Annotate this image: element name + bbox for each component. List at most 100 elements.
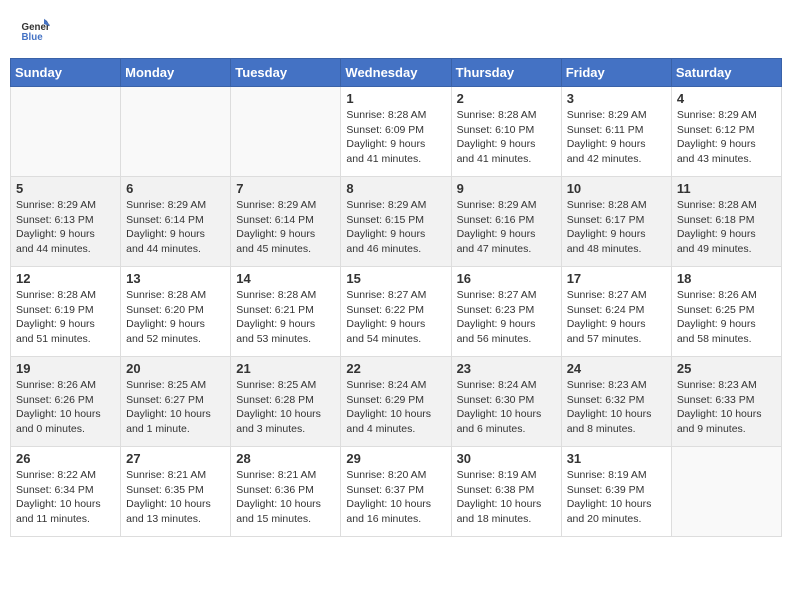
calendar-day-cell: 28 Sunrise: 8:21 AM Sunset: 6:36 PM Dayli… <box>231 447 341 537</box>
calendar-day-cell: 8 Sunrise: 8:29 AM Sunset: 6:15 PM Daylig… <box>341 177 451 267</box>
calendar-day-cell: 12 Sunrise: 8:28 AM Sunset: 6:19 PM Dayli… <box>11 267 121 357</box>
day-info: Sunrise: 8:25 AM Sunset: 6:28 PM Dayligh… <box>236 378 335 437</box>
calendar-week-row: 5 Sunrise: 8:29 AM Sunset: 6:13 PM Daylig… <box>11 177 782 267</box>
calendar-day-cell: 18 Sunrise: 8:26 AM Sunset: 6:25 PM Dayli… <box>671 267 781 357</box>
calendar-day-cell: 27 Sunrise: 8:21 AM Sunset: 6:35 PM Dayli… <box>121 447 231 537</box>
calendar-day-cell: 30 Sunrise: 8:19 AM Sunset: 6:38 PM Dayli… <box>451 447 561 537</box>
day-number: 12 <box>16 271 115 286</box>
logo: General Blue <box>20 15 54 45</box>
weekday-header-wednesday: Wednesday <box>341 59 451 87</box>
calendar-day-cell: 14Sunrise: 8:28 AM Sunset: 6:21 PM Dayli… <box>231 267 341 357</box>
day-info: Sunrise: 8:28 AM Sunset: 6:09 PM Dayligh… <box>346 108 445 167</box>
day-number: 23 <box>457 361 556 376</box>
day-info: Sunrise: 8:27 AM Sunset: 6:22 PM Dayligh… <box>346 288 445 347</box>
day-number: 8 <box>346 181 445 196</box>
day-number: 29 <box>346 451 445 466</box>
day-info: Sunrise: 8:19 AM Sunset: 6:38 PM Dayligh… <box>457 468 556 527</box>
day-number: 13 <box>126 271 225 286</box>
calendar-day-cell: 9 Sunrise: 8:29 AM Sunset: 6:16 PM Daylig… <box>451 177 561 267</box>
day-info: Sunrise: 8:19 AM Sunset: 6:39 PM Dayligh… <box>567 468 666 527</box>
calendar-day-cell <box>11 87 121 177</box>
calendar-day-cell: 29 Sunrise: 8:20 AM Sunset: 6:37 PM Dayli… <box>341 447 451 537</box>
day-info: Sunrise: 8:21 AM Sunset: 6:35 PM Dayligh… <box>126 468 225 527</box>
calendar-day-cell: 11 Sunrise: 8:28 AM Sunset: 6:18 PM Dayli… <box>671 177 781 267</box>
calendar-day-cell: 2 Sunrise: 8:28 AM Sunset: 6:10 PM Daylig… <box>451 87 561 177</box>
day-number: 6 <box>126 181 225 196</box>
day-info: Sunrise: 8:23 AM Sunset: 6:32 PM Dayligh… <box>567 378 666 437</box>
calendar-day-cell: 3 Sunrise: 8:29 AM Sunset: 6:11 PM Daylig… <box>561 87 671 177</box>
day-info: Sunrise: 8:29 AM Sunset: 6:13 PM Dayligh… <box>16 198 115 257</box>
calendar-week-row: 19 Sunrise: 8:26 AM Sunset: 6:26 PM Dayli… <box>11 357 782 447</box>
day-info: Sunrise: 8:21 AM Sunset: 6:36 PM Dayligh… <box>236 468 335 527</box>
calendar-week-row: 1 Sunrise: 8:28 AM Sunset: 6:09 PM Daylig… <box>11 87 782 177</box>
calendar-day-cell: 21 Sunrise: 8:25 AM Sunset: 6:28 PM Dayli… <box>231 357 341 447</box>
day-info: Sunrise: 8:26 AM Sunset: 6:25 PM Dayligh… <box>677 288 776 347</box>
day-number: 3 <box>567 91 666 106</box>
day-number: 27 <box>126 451 225 466</box>
weekday-header-row: SundayMondayTuesdayWednesdayThursdayFrid… <box>11 59 782 87</box>
day-number: 26 <box>16 451 115 466</box>
calendar-day-cell: 20 Sunrise: 8:25 AM Sunset: 6:27 PM Dayli… <box>121 357 231 447</box>
day-info: Sunrise: 8:27 AM Sunset: 6:23 PM Dayligh… <box>457 288 556 347</box>
day-number: 5 <box>16 181 115 196</box>
day-info: Sunrise: 8:29 AM Sunset: 6:15 PM Dayligh… <box>346 198 445 257</box>
day-info: Sunrise: 8:26 AM Sunset: 6:26 PM Dayligh… <box>16 378 115 437</box>
calendar-table: SundayMondayTuesdayWednesdayThursdayFrid… <box>10 58 782 537</box>
logo-icon: General Blue <box>20 15 50 45</box>
day-info: Sunrise: 8:20 AM Sunset: 6:37 PM Dayligh… <box>346 468 445 527</box>
day-info: Sunrise: 8:28 AM Sunset: 6:10 PM Dayligh… <box>457 108 556 167</box>
day-number: 22 <box>346 361 445 376</box>
day-number: 9 <box>457 181 556 196</box>
day-info: Sunrise: 8:28 AM Sunset: 6:18 PM Dayligh… <box>677 198 776 257</box>
day-info: Sunrise: 8:24 AM Sunset: 6:29 PM Dayligh… <box>346 378 445 437</box>
calendar-day-cell <box>121 87 231 177</box>
day-number: 20 <box>126 361 225 376</box>
calendar-day-cell: 7Sunrise: 8:29 AM Sunset: 6:14 PM Daylig… <box>231 177 341 267</box>
day-info: Sunrise: 8:25 AM Sunset: 6:27 PM Dayligh… <box>126 378 225 437</box>
day-number: 7 <box>236 181 335 196</box>
day-number: 11 <box>677 181 776 196</box>
weekday-header-sunday: Sunday <box>11 59 121 87</box>
calendar-day-cell: 31 Sunrise: 8:19 AM Sunset: 6:39 PM Dayli… <box>561 447 671 537</box>
calendar-day-cell: 24Sunrise: 8:23 AM Sunset: 6:32 PM Dayli… <box>561 357 671 447</box>
svg-text:Blue: Blue <box>22 32 44 43</box>
day-number: 18 <box>677 271 776 286</box>
day-number: 31 <box>567 451 666 466</box>
calendar-day-cell: 25Sunrise: 8:23 AM Sunset: 6:33 PM Dayli… <box>671 357 781 447</box>
calendar-day-cell: 6 Sunrise: 8:29 AM Sunset: 6:14 PM Daylig… <box>121 177 231 267</box>
calendar-day-cell: 4 Sunrise: 8:29 AM Sunset: 6:12 PM Daylig… <box>671 87 781 177</box>
day-info: Sunrise: 8:24 AM Sunset: 6:30 PM Dayligh… <box>457 378 556 437</box>
day-number: 1 <box>346 91 445 106</box>
day-number: 21 <box>236 361 335 376</box>
day-info: Sunrise: 8:28 AM Sunset: 6:20 PM Dayligh… <box>126 288 225 347</box>
weekday-header-tuesday: Tuesday <box>231 59 341 87</box>
day-info: Sunrise: 8:27 AM Sunset: 6:24 PM Dayligh… <box>567 288 666 347</box>
calendar-day-cell <box>671 447 781 537</box>
day-number: 25 <box>677 361 776 376</box>
calendar-day-cell: 22 Sunrise: 8:24 AM Sunset: 6:29 PM Dayli… <box>341 357 451 447</box>
calendar-day-cell: 17Sunrise: 8:27 AM Sunset: 6:24 PM Dayli… <box>561 267 671 357</box>
calendar-day-cell: 23 Sunrise: 8:24 AM Sunset: 6:30 PM Dayli… <box>451 357 561 447</box>
day-number: 19 <box>16 361 115 376</box>
day-number: 10 <box>567 181 666 196</box>
day-info: Sunrise: 8:22 AM Sunset: 6:34 PM Dayligh… <box>16 468 115 527</box>
calendar-day-cell <box>231 87 341 177</box>
day-number: 4 <box>677 91 776 106</box>
day-info: Sunrise: 8:28 AM Sunset: 6:19 PM Dayligh… <box>16 288 115 347</box>
day-number: 15 <box>346 271 445 286</box>
weekday-header-thursday: Thursday <box>451 59 561 87</box>
day-info: Sunrise: 8:29 AM Sunset: 6:12 PM Dayligh… <box>677 108 776 167</box>
day-number: 2 <box>457 91 556 106</box>
header: General Blue <box>10 10 782 50</box>
day-info: Sunrise: 8:29 AM Sunset: 6:16 PM Dayligh… <box>457 198 556 257</box>
calendar-day-cell: 15 Sunrise: 8:27 AM Sunset: 6:22 PM Dayli… <box>341 267 451 357</box>
day-info: Sunrise: 8:29 AM Sunset: 6:14 PM Dayligh… <box>126 198 225 257</box>
calendar-day-cell: 19 Sunrise: 8:26 AM Sunset: 6:26 PM Dayli… <box>11 357 121 447</box>
weekday-header-friday: Friday <box>561 59 671 87</box>
day-number: 28 <box>236 451 335 466</box>
calendar-day-cell: 16Sunrise: 8:27 AM Sunset: 6:23 PM Dayli… <box>451 267 561 357</box>
calendar-week-row: 12 Sunrise: 8:28 AM Sunset: 6:19 PM Dayli… <box>11 267 782 357</box>
day-info: Sunrise: 8:29 AM Sunset: 6:11 PM Dayligh… <box>567 108 666 167</box>
calendar-day-cell: 10Sunrise: 8:28 AM Sunset: 6:17 PM Dayli… <box>561 177 671 267</box>
day-number: 30 <box>457 451 556 466</box>
